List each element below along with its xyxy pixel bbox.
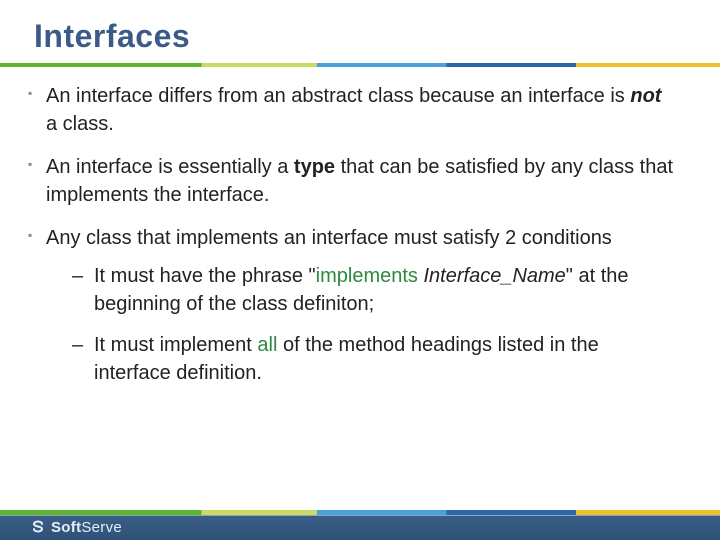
keyword-implements: implements: [316, 265, 418, 287]
slide-title: Interfaces: [0, 0, 720, 63]
bullet-item: An interface is essentially a type that …: [28, 154, 676, 209]
brand-logo: SoftServe: [30, 519, 122, 536]
emphasis-not: not: [630, 85, 661, 107]
interface-name: Interface_Name: [424, 265, 566, 287]
keyword-all: all: [257, 334, 277, 356]
slide-footer: SoftServe: [0, 510, 720, 540]
text: It must implement: [94, 334, 257, 356]
bullet-item: An interface differs from an abstract cl…: [28, 83, 676, 138]
emphasis-type: type: [294, 156, 335, 178]
slide-content: An interface differs from an abstract cl…: [0, 67, 720, 387]
slide: Interfaces An interface differs from an …: [0, 0, 720, 540]
text: It must have the phrase ": [94, 265, 316, 287]
sub-item: It must implement all of the method head…: [46, 332, 676, 387]
bullet-item: Any class that implements an interface m…: [28, 225, 676, 387]
text: An interface differs from an abstract cl…: [46, 85, 630, 107]
brand-part-b: Serve: [81, 519, 122, 536]
sub-item: It must have the phrase "implements Inte…: [46, 263, 676, 318]
text: Any class that implements an interface m…: [46, 227, 612, 249]
text: a class.: [46, 113, 114, 135]
text: An interface is essentially a: [46, 156, 294, 178]
brand-text: SoftServe: [51, 519, 122, 536]
logo-s-icon: [30, 520, 46, 536]
sub-list: It must have the phrase "implements Inte…: [46, 263, 676, 387]
footer-band: SoftServe: [0, 510, 720, 540]
footer-stripe: [0, 510, 720, 515]
brand-part-a: Soft: [51, 519, 81, 536]
